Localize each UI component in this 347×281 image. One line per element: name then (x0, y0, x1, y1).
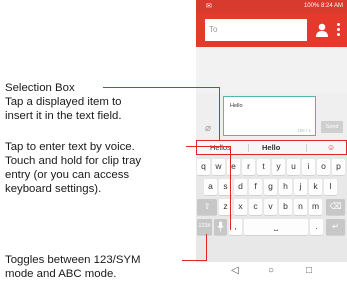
backspace-key[interactable]: ⌫ (326, 199, 345, 215)
key-m[interactable]: m (309, 199, 322, 215)
home-icon[interactable]: ○ (268, 265, 274, 276)
callout-leader-line (186, 146, 231, 148)
callout-line: mode and ABC mode. (5, 268, 117, 280)
key-o[interactable]: o (317, 159, 330, 175)
key-a[interactable]: a (204, 179, 217, 195)
enter-key[interactable]: ↵ (326, 219, 345, 235)
contact-icon[interactable] (315, 22, 329, 38)
char-counter: 155 / 1 (297, 128, 311, 133)
key-b[interactable]: b (279, 199, 292, 215)
callout-leader-line (206, 234, 208, 261)
callout-line: keyboard settings). (5, 183, 102, 195)
key-e[interactable]: e (227, 159, 240, 175)
key-v[interactable]: v (264, 199, 277, 215)
key-t[interactable]: t (257, 159, 270, 175)
key-k[interactable]: k (309, 179, 322, 195)
key-j[interactable]: j (294, 179, 307, 195)
callout-line: Touch and hold for clip tray (5, 155, 142, 167)
key-p[interactable]: p (332, 159, 345, 175)
shift-key[interactable]: ⇧ (197, 199, 217, 215)
key-i[interactable]: i (302, 159, 315, 175)
callout-line: insert it in the text field. (5, 110, 122, 122)
keyboard: q w e r t y u i o p a s d f g h j k l ⇧ … (196, 155, 347, 262)
callout-line: Tap to enter text by voice. (5, 141, 135, 153)
key-n[interactable]: n (294, 199, 307, 215)
key-w[interactable]: w (212, 159, 225, 175)
period-key[interactable]: . (310, 219, 323, 235)
key-c[interactable]: c (249, 199, 262, 215)
key-q[interactable]: q (197, 159, 210, 175)
notification-icon: ✉ (206, 3, 212, 10)
attach-icon[interactable]: ⌀ (205, 123, 211, 134)
callout-leader-line (230, 146, 232, 230)
key-f[interactable]: f (249, 179, 262, 195)
sym-toggle-key[interactable]: 123# (197, 219, 212, 235)
callout-line: Tap a displayed item to (5, 96, 122, 108)
send-button[interactable]: Send (321, 121, 343, 133)
key-r[interactable]: r (242, 159, 255, 175)
back-icon[interactable]: ◁ (231, 265, 239, 276)
callout-toggle: Toggles between 123/SYM mode and ABC mod… (5, 253, 190, 281)
key-h[interactable]: h (279, 179, 292, 195)
recipient-field[interactable]: To (205, 19, 307, 41)
more-options-icon[interactable] (336, 22, 340, 38)
status-bar: ✉ 100% 8:24 AM (196, 0, 347, 13)
key-u[interactable]: u (287, 159, 300, 175)
key-l[interactable]: l (324, 179, 337, 195)
recent-apps-icon[interactable]: □ (306, 265, 312, 276)
callout-leader-line (182, 260, 207, 262)
callout-voice: Tap to enter text by voice. Touch and ho… (5, 140, 190, 196)
space-key[interactable]: ⎵ (244, 219, 308, 235)
voice-input-key[interactable] (214, 219, 227, 235)
selection-box-highlight (196, 140, 347, 155)
callout-line: Toggles between 123/SYM (5, 254, 141, 266)
message-text: Hello (230, 103, 243, 109)
status-text: 100% 8:24 AM (303, 3, 343, 9)
callout-leader-line (103, 87, 220, 89)
callout-leader-line (219, 87, 221, 140)
message-text-field[interactable]: Hello 155 / 1 (223, 96, 316, 136)
navigation-bar: ◁ ○ □ (196, 262, 347, 281)
key-d[interactable]: d (234, 179, 247, 195)
key-x[interactable]: x (234, 199, 247, 215)
callout-line: entry (or you can access (5, 169, 130, 181)
key-y[interactable]: y (272, 159, 285, 175)
key-g[interactable]: g (264, 179, 277, 195)
